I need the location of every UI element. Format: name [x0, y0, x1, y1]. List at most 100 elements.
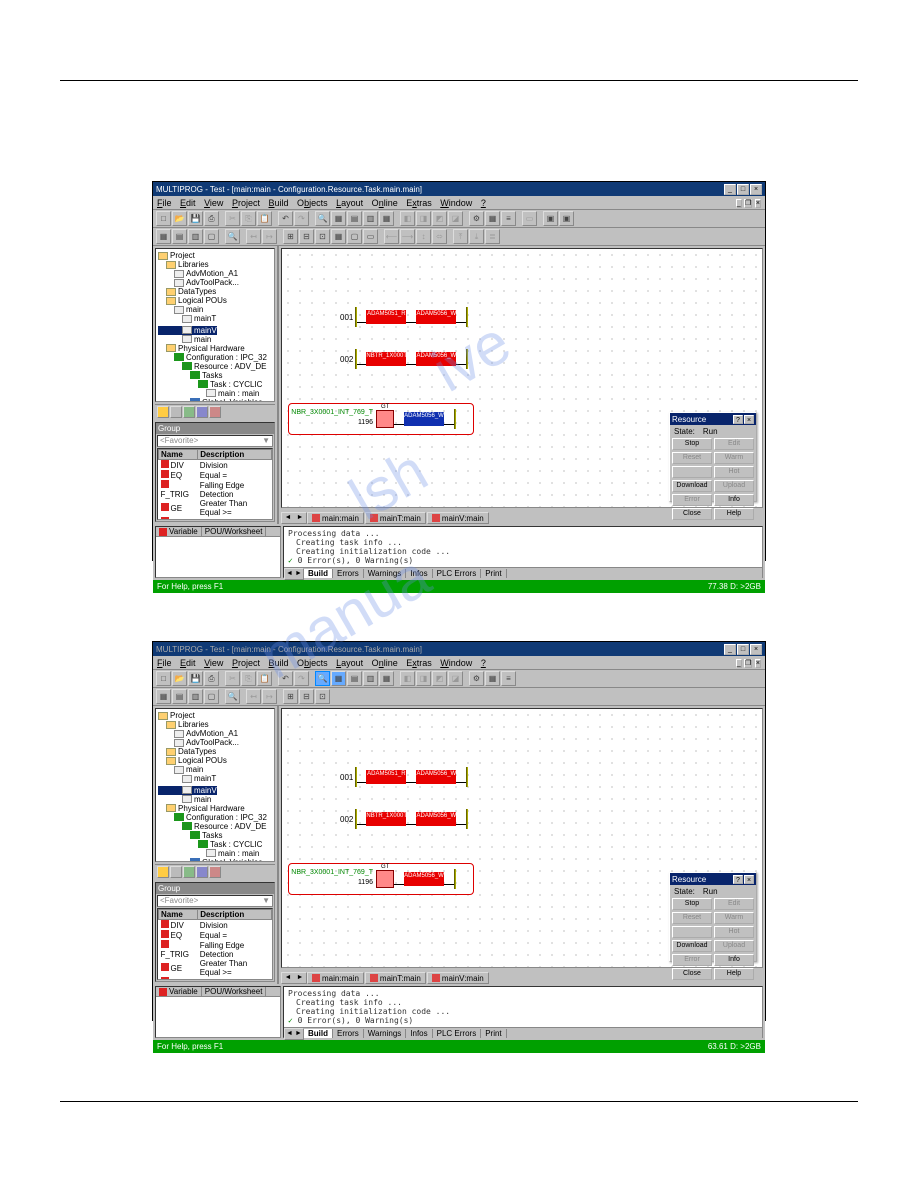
dialog-button-info[interactable]: Info: [714, 494, 754, 506]
undo-icon[interactable]: ↶: [278, 671, 293, 686]
function-row[interactable]: F_TRIGFalling Edge Detection: [159, 480, 272, 499]
redo-icon[interactable]: ↷: [294, 671, 309, 686]
tool-icon[interactable]: ≣: [485, 229, 500, 244]
tab-main[interactable]: main:main: [307, 972, 364, 984]
zoom-icon[interactable]: 🔍: [225, 229, 240, 244]
mdi-close-button[interactable]: ×: [755, 659, 761, 668]
zoom-icon[interactable]: 🔍: [315, 211, 330, 226]
dialog-button-close[interactable]: Close: [672, 508, 712, 520]
undo-icon[interactable]: ↶: [278, 211, 293, 226]
tree-item[interactable]: Configuration : IPC_32: [158, 353, 272, 362]
tree-item[interactable]: mainT: [158, 774, 272, 783]
dialog-button-download[interactable]: Download: [672, 480, 712, 492]
tool-icon[interactable]: ◨: [416, 671, 431, 686]
print-icon[interactable]: ⎙: [204, 671, 219, 686]
copy-icon[interactable]: ⎘: [241, 211, 256, 226]
tree-tab-icon[interactable]: [196, 866, 208, 878]
tool-icon[interactable]: ⟶: [400, 229, 415, 244]
log-tab-print[interactable]: Print: [481, 1029, 506, 1038]
tree-item[interactable]: mainV: [158, 786, 217, 795]
tab-mainv[interactable]: mainV:main: [427, 972, 489, 984]
build-icon[interactable]: ⚙: [469, 671, 484, 686]
tab-maint[interactable]: mainT:main: [365, 512, 426, 524]
tree-item[interactable]: Resource : ADV_DE: [158, 822, 272, 831]
tool-icon[interactable]: ▥: [188, 229, 203, 244]
gt-block[interactable]: GT NBR_3X0001_INT_769_T 1196: [376, 870, 394, 888]
tool-icon[interactable]: ▦: [485, 671, 500, 686]
tool-icon[interactable]: ▦: [331, 229, 346, 244]
paste-icon[interactable]: 📋: [257, 671, 272, 686]
tree-item[interactable]: Libraries: [158, 720, 272, 729]
copy-icon[interactable]: ⎘: [241, 671, 256, 686]
tool-icon[interactable]: ▣: [559, 211, 574, 226]
function-row[interactable]: GTGreater Than >: [159, 977, 272, 980]
menu-help[interactable]: ?: [481, 198, 486, 208]
tool-icon[interactable]: ⤓: [469, 229, 484, 244]
tree-tab-icon[interactable]: [170, 406, 182, 418]
tree-item[interactable]: mainT: [158, 314, 272, 323]
function-block[interactable]: ADAM5056_W: [416, 812, 456, 826]
function-block[interactable]: NBTR_1X000T: [366, 352, 406, 366]
tool-icon[interactable]: ▭: [522, 211, 537, 226]
log-tab-warnings[interactable]: Warnings: [364, 1029, 407, 1038]
dialog-button-help[interactable]: Help: [714, 508, 754, 520]
function-row[interactable]: DIVDivision: [159, 460, 272, 471]
tool-icon[interactable]: ▥: [363, 671, 378, 686]
mdi-minimize-button[interactable]: _: [736, 199, 742, 208]
tree-tab-icon[interactable]: [183, 406, 195, 418]
mdi-restore-button[interactable]: ❐: [744, 199, 752, 208]
minimize-button[interactable]: _: [724, 184, 736, 195]
output-block[interactable]: ADAM5056_W: [404, 872, 444, 886]
dialog-button-download[interactable]: Download: [672, 940, 712, 952]
tree-item[interactable]: Tasks: [158, 371, 272, 380]
tool-icon[interactable]: ≡: [501, 671, 516, 686]
redo-icon[interactable]: ↷: [294, 211, 309, 226]
tool-icon[interactable]: ▦: [156, 229, 171, 244]
tool-icon[interactable]: ▭: [363, 229, 378, 244]
mdi-close-button[interactable]: ×: [755, 199, 761, 208]
tree-item[interactable]: Project: [158, 251, 272, 260]
log-tab-plcerrors[interactable]: PLC Errors: [433, 1029, 482, 1038]
tool-icon[interactable]: ▥: [188, 689, 203, 704]
close-button[interactable]: ×: [750, 644, 762, 655]
maximize-button[interactable]: □: [737, 644, 749, 655]
tree-item[interactable]: DataTypes: [158, 747, 272, 756]
tree-item[interactable]: Configuration : IPC_32: [158, 813, 272, 822]
tree-item[interactable]: Physical Hardware: [158, 804, 272, 813]
tool-icon[interactable]: ⊟: [299, 689, 314, 704]
function-table[interactable]: Name Description DIVDivisionEQEqual =F_T…: [157, 448, 273, 520]
menu-extras[interactable]: Extras: [406, 658, 432, 668]
save-icon[interactable]: 💾: [188, 211, 203, 226]
menu-edit[interactable]: Edit: [180, 198, 196, 208]
minimize-button[interactable]: _: [724, 644, 736, 655]
menu-project[interactable]: Project: [232, 658, 260, 668]
print-icon[interactable]: ⎙: [204, 211, 219, 226]
function-row[interactable]: GTGreater Than >: [159, 517, 272, 520]
function-table[interactable]: Name Description DIVDivisionEQEqual =F_T…: [157, 908, 273, 980]
log-tab-build[interactable]: Build: [304, 569, 333, 578]
dialog-help-button[interactable]: ?: [733, 875, 743, 884]
network-rung[interactable]: 001ADAM5051_RADAM5056_W: [340, 307, 467, 327]
function-block[interactable]: ADAM5056_W: [416, 352, 456, 366]
tool-icon[interactable]: ↤: [246, 229, 261, 244]
function-row[interactable]: GEGreater Than Equal >=: [159, 499, 272, 517]
tool-icon[interactable]: ◧: [400, 671, 415, 686]
tool-icon[interactable]: ⊞: [283, 689, 298, 704]
tree-item[interactable]: main: [158, 795, 272, 804]
menu-build[interactable]: Build: [269, 198, 289, 208]
menu-extras[interactable]: Extras: [406, 198, 432, 208]
tab-scroll[interactable]: ◄►: [281, 512, 307, 524]
close-button[interactable]: ×: [750, 184, 762, 195]
tree-item[interactable]: mainV: [158, 326, 217, 335]
tree-item[interactable]: Physical Hardware: [158, 344, 272, 353]
tree-item[interactable]: Global_Variables: [158, 858, 272, 863]
tool-icon[interactable]: ⬄: [432, 229, 447, 244]
tool-icon[interactable]: ▢: [204, 689, 219, 704]
menu-project[interactable]: Project: [232, 198, 260, 208]
tool-icon[interactable]: ▦: [331, 211, 346, 226]
network-rung[interactable]: 002NBTR_1X000TADAM5056_W: [340, 349, 467, 369]
open-icon[interactable]: 📂: [172, 671, 187, 686]
tool-icon[interactable]: ⊞: [283, 229, 298, 244]
tool-icon[interactable]: ▦: [379, 671, 394, 686]
menu-edit[interactable]: Edit: [180, 658, 196, 668]
